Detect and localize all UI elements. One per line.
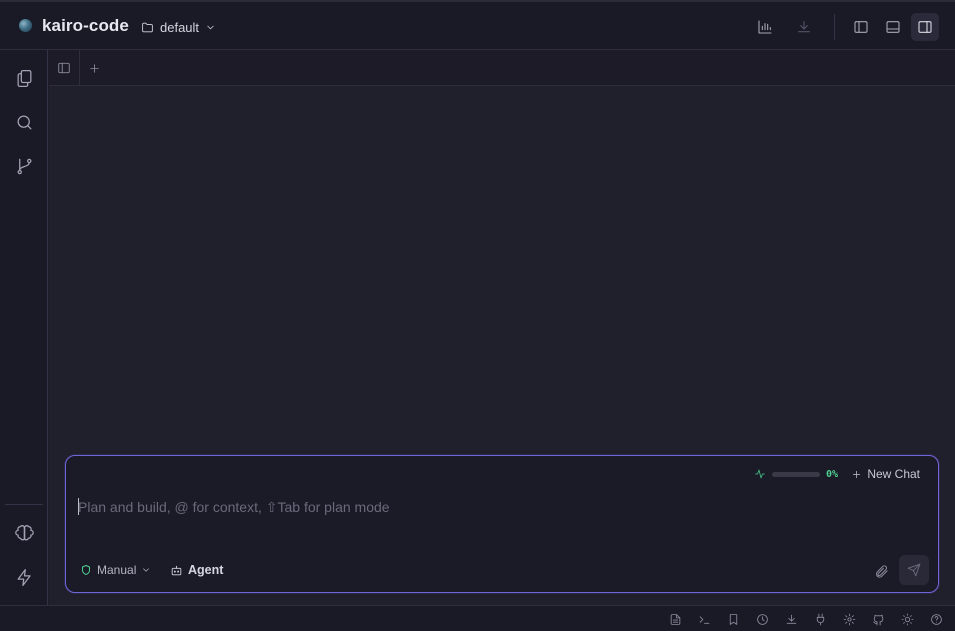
top-bar: kairo-code default [0, 0, 955, 50]
panel-bottom-icon [886, 21, 900, 33]
theme-button[interactable] [899, 611, 915, 627]
download-icon [786, 614, 796, 624]
bookmarks-button[interactable] [725, 611, 741, 627]
files-icon [17, 69, 31, 87]
github-button[interactable] [870, 611, 886, 627]
activity-bar-divider [5, 504, 43, 505]
actions-button[interactable] [12, 565, 36, 589]
new-tab-button[interactable] [85, 59, 103, 77]
approval-mode-label: Manual [97, 563, 137, 577]
agent-label: Agent [188, 563, 224, 577]
bar-chart-icon [758, 20, 772, 34]
folder-icon [141, 21, 154, 34]
analytics-button[interactable] [751, 13, 779, 41]
source-control-button[interactable] [12, 154, 36, 178]
history-icon [756, 613, 768, 625]
settings-icon [843, 613, 855, 625]
explorer-button[interactable] [12, 66, 36, 90]
plus-icon [851, 469, 862, 480]
activity-icon [754, 468, 766, 480]
plugins-button[interactable] [812, 611, 828, 627]
approval-mode-selector[interactable]: Manual [80, 563, 151, 577]
chevron-down-icon [141, 565, 151, 575]
send-button[interactable] [899, 555, 929, 585]
history-button[interactable] [754, 611, 770, 627]
sun-icon [901, 613, 913, 625]
editor-tab-strip [49, 50, 955, 86]
zap-icon [17, 568, 31, 586]
settings-button[interactable] [841, 611, 857, 627]
export-button[interactable] [783, 611, 799, 627]
sidebar-right-icon [918, 21, 932, 33]
memory-button[interactable] [12, 521, 36, 545]
terminal-button[interactable] [696, 611, 712, 627]
context-usage-percent: 0% [825, 468, 838, 480]
status-bar [0, 605, 955, 631]
search-button[interactable] [12, 110, 36, 134]
github-icon [872, 614, 883, 625]
app-logo-icon [19, 19, 32, 32]
help-button[interactable] [928, 611, 944, 627]
attach-button[interactable] [872, 562, 890, 580]
download-button[interactable] [790, 13, 818, 41]
text-cursor [78, 498, 79, 515]
chat-composer: 0% New Chat Manual Agent [65, 455, 939, 593]
terminal-icon [699, 615, 709, 624]
sidebar-toggle-icon [58, 62, 70, 74]
toggle-file-tree-button[interactable] [55, 59, 73, 77]
help-icon [930, 613, 942, 625]
agent-selector[interactable]: Agent [170, 563, 223, 577]
toggle-left-panel-button[interactable] [847, 13, 875, 41]
tab-strip-divider [79, 50, 80, 86]
workspace-selector[interactable]: default [141, 17, 216, 37]
bot-icon [170, 564, 183, 577]
chevron-down-icon [205, 22, 216, 33]
search-icon [17, 115, 31, 129]
context-usage-bar [771, 471, 820, 477]
workspace-name: default [160, 19, 200, 35]
new-chat-button[interactable]: New Chat [851, 467, 920, 481]
send-icon [907, 563, 921, 577]
paperclip-icon [875, 564, 888, 578]
toolbar-divider [834, 14, 835, 40]
sidebar-left-icon [854, 21, 868, 33]
download-icon [798, 21, 810, 33]
context-usage: 0% [754, 468, 838, 480]
toggle-right-panel-button[interactable] [911, 13, 939, 41]
app-title: kairo-code [42, 16, 129, 35]
chat-input[interactable] [78, 496, 858, 518]
file-text-icon [670, 613, 680, 625]
new-chat-label: New Chat [867, 467, 920, 481]
activity-bar [0, 50, 48, 605]
shield-icon [80, 564, 92, 576]
brain-icon [14, 524, 34, 540]
plus-icon [89, 63, 99, 73]
git-branch-icon [17, 158, 31, 174]
toggle-bottom-panel-button[interactable] [879, 13, 907, 41]
plug-icon [816, 613, 824, 625]
logs-button[interactable] [667, 611, 683, 627]
bookmark-icon [729, 613, 737, 625]
